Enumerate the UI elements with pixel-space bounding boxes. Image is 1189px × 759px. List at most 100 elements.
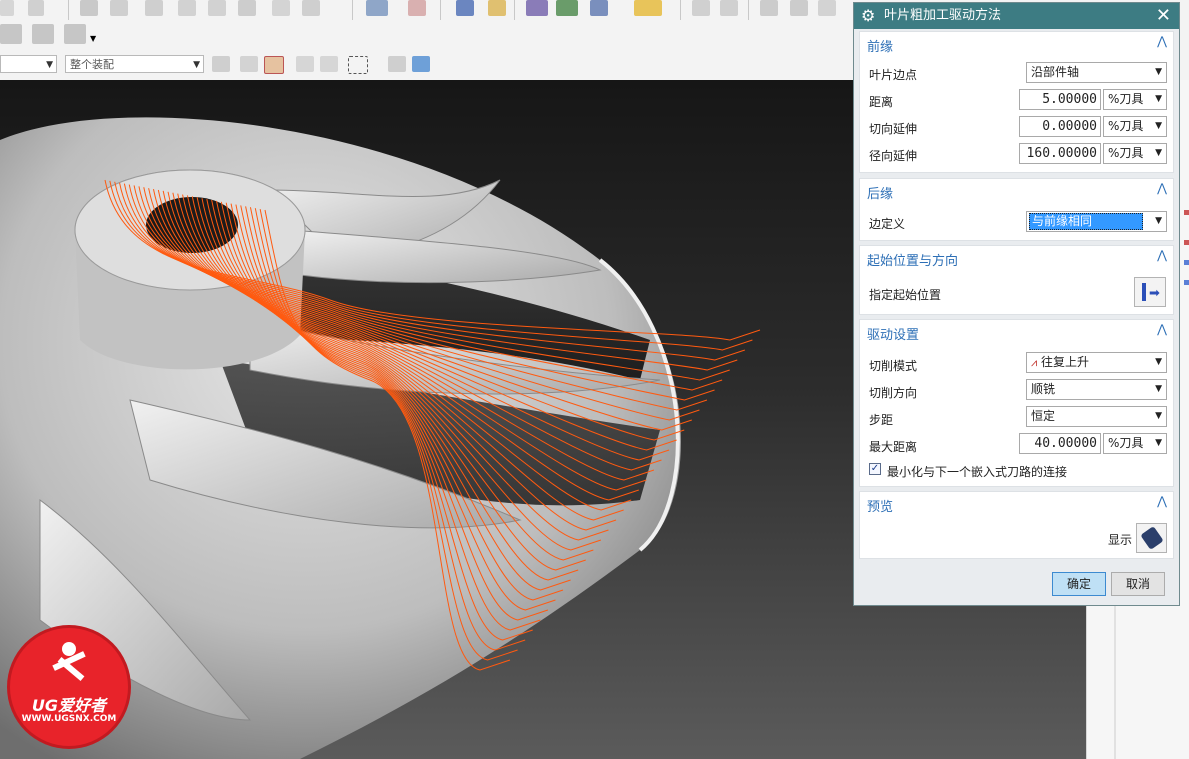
cut-pattern-dropdown[interactable]: ⩘ 往复上升 ▼ [1026,352,1167,373]
view-render-icon[interactable] [388,56,406,72]
clipboard-icon[interactable] [208,0,226,16]
factory-icon[interactable] [0,24,22,44]
output-cls-icon[interactable] [790,0,808,16]
start-position-label: 指定起始位置 [869,288,942,302]
distance-unit-dropdown[interactable]: %刀具 ▼ [1103,89,1167,110]
logo-figure-icon [52,642,86,682]
wcs-icon[interactable] [320,56,338,72]
assembly-scope-value: 整个装配 [70,58,114,71]
chevron-down-icon: ▼ [193,60,200,70]
radial-ext-unit-value: %刀具 [1108,146,1144,160]
nav-item-icon[interactable] [1184,240,1189,245]
paste-icon[interactable] [145,0,163,16]
duplicate-icon[interactable] [178,0,196,16]
edge-def-value: 与前缘相同 [1029,213,1143,230]
leading-edge-section: 前缘 ⋀ 叶片边点 沿部件轴 ▼ 距离 5.00000 %刀具 ▼ 切向延伸 0… [859,31,1174,173]
display-button[interactable] [1136,523,1167,553]
batch-icon[interactable] [818,0,836,16]
drive-settings-section: 驱动设置 ⋀ 切削模式 ⩘ 往复上升 ▼ 切削方向 顺铣 ▼ 步距 恒定 ▼ 最… [859,319,1174,487]
dialog-title: 叶片粗加工驱动方法 [884,8,1002,23]
nav-item-icon[interactable] [1184,280,1189,285]
collapse-chevron-icon[interactable]: ⋀ [1157,248,1167,262]
edge-def-dropdown[interactable]: 与前缘相同 ▼ [1026,211,1167,232]
machine-dropdown-icon[interactable]: ▼ [90,34,96,43]
logo-brand: UG爱好者 [31,696,107,715]
box-select-icon[interactable] [348,56,368,74]
distance-input[interactable]: 5.00000 [1019,89,1101,110]
cut-direction-label: 切削方向 [869,386,918,400]
max-distance-unit-dropdown[interactable]: %刀具 ▼ [1103,433,1167,454]
blade-rough-drive-dialog: ⚙ 叶片粗加工驱动方法 ✕ 前缘 ⋀ 叶片边点 沿部件轴 ▼ 距离 5.0000… [853,2,1180,606]
move-handle-icon[interactable] [296,56,314,72]
flashlight-icon [1140,526,1164,550]
point-select-icon[interactable] [264,56,284,74]
tool-icon[interactable] [720,0,738,16]
collapse-chevron-icon[interactable]: ⋀ [1157,181,1167,195]
copy-icon[interactable] [110,0,128,16]
tangent-ext-input[interactable]: 0.00000 [1019,116,1101,137]
radial-ext-input[interactable]: 160.00000 [1019,143,1101,164]
blade-edge-value: 沿部件轴 [1031,65,1080,79]
nav-item-icon[interactable] [1184,260,1189,265]
create-program-icon[interactable] [408,0,426,16]
cancel-button[interactable]: 取消 [1111,572,1165,596]
gear-icon: ⚙ [861,6,876,25]
dialog-title-bar[interactable]: ⚙ 叶片粗加工驱动方法 ✕ [854,3,1179,29]
arrow-right-icon: ➡ [1149,286,1160,301]
generate-toolpath-icon[interactable] [456,0,474,16]
blade-edge-dropdown[interactable]: 沿部件轴 ▼ [1026,62,1167,83]
preview-section: 预览 ⋀ 显示 [859,491,1174,559]
redo-icon[interactable] [28,0,44,16]
collapse-chevron-icon[interactable]: ⋀ [1157,494,1167,508]
close-icon[interactable]: ✕ [1156,3,1171,29]
select-component-icon[interactable] [212,56,230,72]
measure-icon[interactable] [634,0,662,16]
zigzag-icon: ⩘ [1031,356,1038,369]
chevron-down-icon: ▼ [1155,384,1162,394]
verify-icon[interactable] [556,0,578,16]
assembly-scope-combo[interactable]: 整个装配 ▼ [65,55,204,73]
collapse-chevron-icon[interactable]: ⋀ [1157,322,1167,336]
stepover-label: 步距 [869,413,894,427]
radial-ext-label: 径向延伸 [869,149,918,163]
ugsnx-logo: UG爱好者 WWW.UGSNX.COM [10,628,128,746]
machine-icon[interactable] [64,24,86,44]
replay-icon[interactable] [526,0,548,16]
start-position-section: 起始位置与方向 ⋀ 指定起始位置 ➡ [859,245,1174,315]
preview-title: 预览 [867,500,894,515]
blade-edge-label: 叶片边点 [869,68,918,82]
shop-doc-icon[interactable] [760,0,778,16]
collapse-chevron-icon[interactable]: ⋀ [1157,34,1167,48]
radial-ext-unit-dropdown[interactable]: %刀具 ▼ [1103,143,1167,164]
specify-start-button[interactable]: ➡ [1134,277,1166,307]
chevron-down-icon: ▼ [1155,411,1162,421]
snap-icon[interactable] [240,56,258,72]
list-toolpath-icon[interactable] [590,0,608,16]
properties-icon[interactable] [272,0,290,16]
operation-nav-icon[interactable] [366,0,388,16]
nav-item-icon[interactable] [1184,210,1189,215]
filter-combo[interactable]: ▼ [0,55,57,73]
undo-icon[interactable] [0,0,14,16]
distance-label: 距离 [869,95,894,109]
fixture-icon[interactable] [32,24,54,44]
chevron-down-icon: ▼ [1155,148,1162,158]
tangent-ext-unit-dropdown[interactable]: %刀具 ▼ [1103,116,1167,137]
minimize-connection-checkbox[interactable]: ✓ [869,463,881,475]
stepover-dropdown[interactable]: 恒定 ▼ [1026,406,1167,427]
cut-direction-dropdown[interactable]: 顺铣 ▼ [1026,379,1167,400]
ok-button[interactable]: 确定 [1052,572,1106,596]
start-position-icon [1142,283,1146,301]
tangent-ext-unit-value: %刀具 [1108,119,1144,133]
shaded-cube-icon[interactable] [412,56,430,72]
start-position-title: 起始位置与方向 [867,254,959,269]
minimize-connection-label: 最小化与下一个嵌入式刀路的连接 [887,465,1068,479]
wrench-icon[interactable] [488,0,506,16]
max-distance-input[interactable]: 40.00000 [1019,433,1101,454]
edit-object-icon[interactable] [302,0,320,16]
delete-icon[interactable] [238,0,256,16]
cut-icon[interactable] [80,0,98,16]
cut-direction-value: 顺铣 [1031,382,1056,396]
postprocess-icon[interactable] [692,0,710,16]
max-distance-label: 最大距离 [869,440,918,454]
